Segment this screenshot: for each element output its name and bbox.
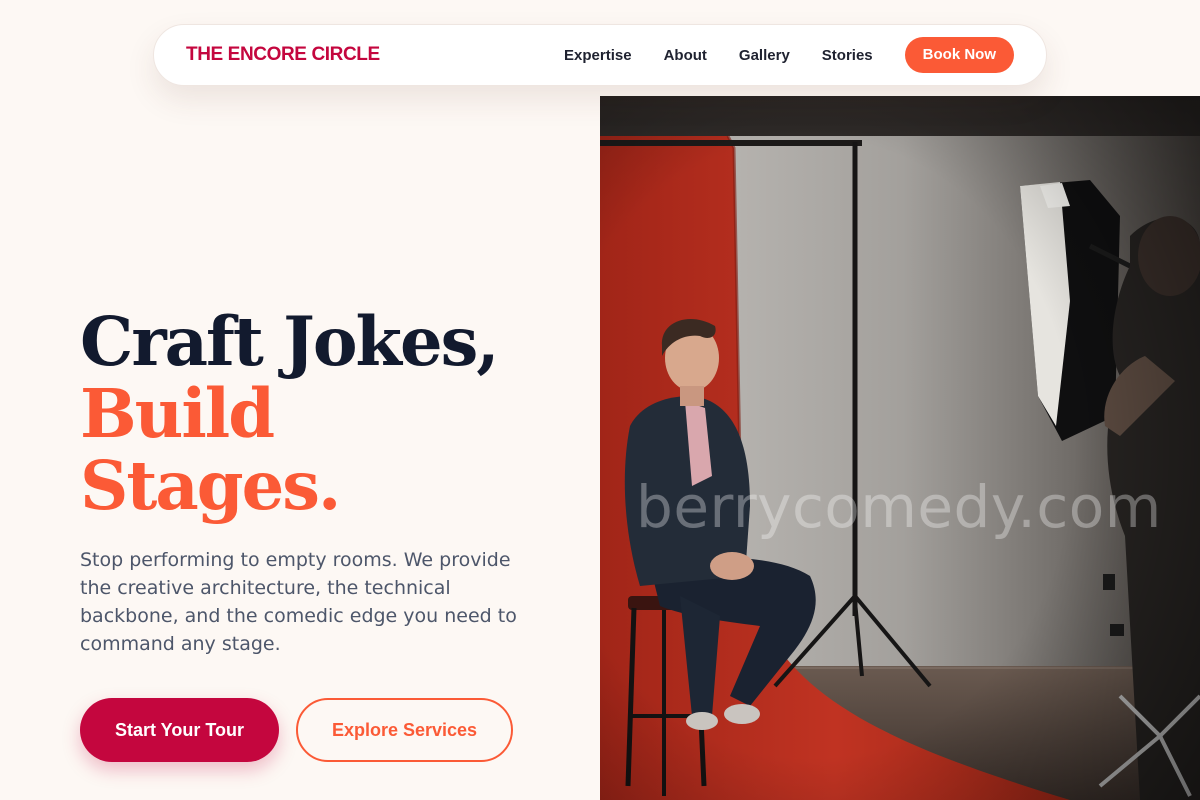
nav-link-expertise[interactable]: Expertise (564, 47, 632, 64)
start-tour-button[interactable]: Start Your Tour (80, 698, 279, 762)
hero-photo: berrycomedy.com (600, 96, 1200, 800)
hero-description: Stop performing to empty rooms. We provi… (80, 549, 517, 655)
image-watermark: berrycomedy.com (636, 473, 1162, 541)
book-now-button[interactable]: Book Now (904, 37, 1014, 73)
top-navbar: THE ENCORE CIRCLE Expertise About Galler… (153, 24, 1047, 86)
hero-headline: Craft Jokes, Build Stages. (80, 306, 550, 522)
hero-cta-group: Start Your Tour Explore Services (80, 698, 550, 762)
nav-link-about[interactable]: About (664, 47, 707, 64)
nav-link-gallery[interactable]: Gallery (739, 47, 790, 64)
headline-line-2: Build Stages. (80, 374, 341, 525)
studio-photo-illustration (600, 96, 1200, 800)
nav-links: Expertise About Gallery Stories (564, 47, 873, 64)
hero-section: Craft Jokes, Build Stages. Stop performi… (80, 306, 550, 762)
explore-services-button[interactable]: Explore Services (296, 698, 513, 762)
headline-line-1: Craft Jokes, (80, 302, 500, 381)
nav-link-stories[interactable]: Stories (822, 47, 873, 64)
brand-logo[interactable]: THE ENCORE CIRCLE (186, 44, 380, 66)
